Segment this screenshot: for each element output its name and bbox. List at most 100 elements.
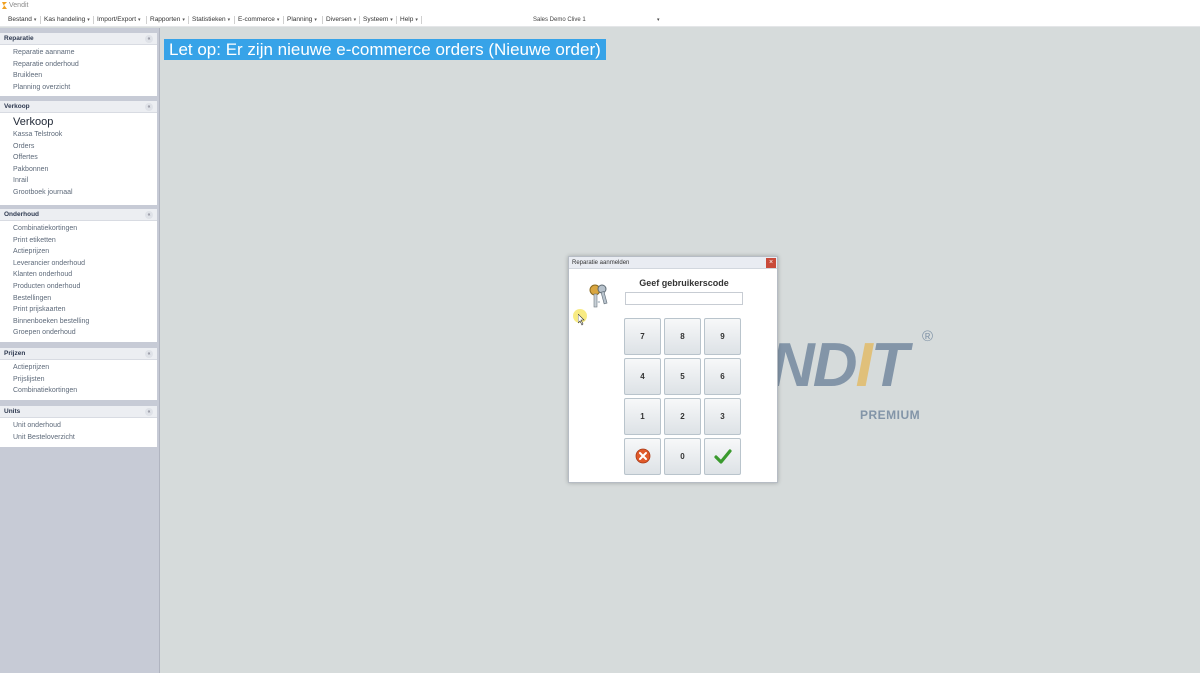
collapse-icon[interactable]: « [145, 408, 153, 416]
vendit-logo: NDIT ® PREMIUM [770, 328, 933, 422]
menu-label: E-commerce [238, 16, 275, 23]
section-title: Units [4, 408, 21, 415]
chevron-down-icon: ▾ [138, 17, 141, 23]
section-prijzen: Prijzen « Actieprijzen Prijslijsten Comb… [0, 348, 157, 400]
user-code-input[interactable] [625, 292, 743, 305]
sidebar-item-grootboek-journaal[interactable]: Grootboek journaal [0, 187, 157, 199]
sidebar-item-print-prijskaarten[interactable]: Print prijskaarten [0, 304, 157, 316]
cursor-icon [578, 314, 585, 326]
collapse-icon[interactable]: « [145, 103, 153, 111]
menu-e-commerce[interactable]: E-commerce ▾ [238, 13, 279, 27]
sidebar-item-bruikleen[interactable]: Bruikleen [0, 70, 157, 82]
section-header[interactable]: Units « [0, 406, 157, 418]
section-header[interactable]: Reparatie « [0, 33, 157, 45]
key-5[interactable]: 5 [664, 358, 701, 395]
sidebar-item-pakbonnen[interactable]: Pakbonnen [0, 164, 157, 176]
sidebar-item-print-etiketten[interactable]: Print etiketten [0, 235, 157, 247]
collapse-icon[interactable]: « [145, 35, 153, 43]
menu-separator [283, 16, 284, 24]
sidebar: Reparatie « Reparatie aanname Reparatie … [0, 28, 160, 673]
chevron-down-icon: ▾ [227, 17, 231, 23]
menu-label: Bestand [8, 16, 32, 23]
key-0[interactable]: 0 [664, 438, 701, 475]
sidebar-item-combinatiekortingen[interactable]: Combinatiekortingen [0, 385, 157, 397]
section-header[interactable]: Prijzen « [0, 348, 157, 360]
sidebar-item-binnenboeken-bestelling[interactable]: Binnenboeken bestelling [0, 316, 157, 328]
logo-text-end: T [870, 331, 909, 400]
cancel-icon [635, 448, 650, 464]
sidebar-item-actieprijzen[interactable]: Actieprijzen [0, 362, 157, 374]
sidebar-item-bestellingen[interactable]: Bestellingen [0, 293, 157, 305]
key-2[interactable]: 2 [664, 398, 701, 435]
menu-label: Planning [287, 16, 313, 23]
menu-separator [234, 16, 235, 24]
sidebar-item-unit-besteloverzicht[interactable]: Unit Besteloverzicht [0, 432, 157, 444]
sidebar-item-groepen-onderhoud[interactable]: Groepen onderhoud [0, 327, 157, 339]
section-units: Units « Unit onderhoud Unit Besteloverzi… [0, 406, 157, 447]
store-selector[interactable]: Sales Demo Clive 1 [533, 13, 586, 27]
menu-label: Kas handeling [44, 16, 86, 23]
keys-icon [589, 284, 608, 308]
mouse-cursor [573, 309, 587, 326]
menu-statistieken[interactable]: Statistieken ▾ [192, 13, 230, 27]
menu-diversen[interactable]: Diversen ▾ [326, 13, 356, 27]
key-7[interactable]: 7 [624, 318, 661, 355]
collapse-icon[interactable]: « [145, 211, 153, 219]
sidebar-item-unit-onderhoud[interactable]: Unit onderhoud [0, 420, 157, 432]
sidebar-item-actieprijzen[interactable]: Actieprijzen [0, 246, 157, 258]
sidebar-item-leverancier-onderhoud[interactable]: Leverancier onderhoud [0, 258, 157, 270]
sidebar-item-planning-overzicht[interactable]: Planning overzicht [0, 82, 157, 94]
logo-text-i: I [855, 331, 873, 400]
sidebar-item-klanten-onderhoud[interactable]: Klanten onderhoud [0, 269, 157, 281]
collapse-icon[interactable]: « [145, 350, 153, 358]
key-4[interactable]: 4 [624, 358, 661, 395]
key-9[interactable]: 9 [704, 318, 741, 355]
key-3[interactable]: 3 [704, 398, 741, 435]
key-8[interactable]: 8 [664, 318, 701, 355]
menu-bestand[interactable]: Bestand ▾ [8, 13, 36, 27]
checkmark-icon [713, 449, 732, 464]
menu-import-export[interactable]: Import/Export ▾ [97, 13, 141, 27]
sidebar-item-kassa-telstrook[interactable]: Kassa Telstrook [0, 129, 157, 141]
dialog-title: Reparatie aanmelden [572, 260, 630, 266]
menu-separator [359, 16, 360, 24]
section-header[interactable]: Verkoop « [0, 101, 157, 113]
chevron-down-icon: ▾ [353, 17, 357, 23]
menu-kas-handeling[interactable]: Kas handeling ▾ [44, 13, 90, 27]
close-icon[interactable]: × [766, 258, 776, 268]
sidebar-item-prijslijsten[interactable]: Prijslijsten [0, 374, 157, 386]
menu-separator [146, 16, 147, 24]
menu-label: Rapporten [150, 16, 181, 23]
chevron-down-icon: ▾ [390, 17, 393, 23]
sidebar-item-reparatie-aanname[interactable]: Reparatie aanname [0, 47, 157, 59]
menu-systeem[interactable]: Systeem ▾ [363, 13, 393, 27]
menu-label: Import/Export [97, 16, 137, 23]
section-reparatie: Reparatie « Reparatie aanname Reparatie … [0, 33, 157, 96]
dialog-title-bar: Reparatie aanmelden × [569, 257, 777, 269]
logo-premium: PREMIUM [860, 408, 921, 422]
menu-separator [188, 16, 189, 24]
cancel-button[interactable] [624, 438, 661, 475]
section-title: Reparatie [4, 35, 34, 42]
registered-mark: ® [922, 328, 934, 345]
sidebar-item-combinatiekortingen[interactable]: Combinatiekortingen [0, 223, 157, 235]
ok-button[interactable] [704, 438, 741, 475]
sidebar-item-reparatie-onderhoud[interactable]: Reparatie onderhoud [0, 59, 157, 71]
user-code-prompt: Geef gebruikerscode [639, 278, 729, 288]
key-1[interactable]: 1 [624, 398, 661, 435]
chevron-down-icon: ▾ [314, 17, 317, 23]
menu-planning[interactable]: Planning ▾ [287, 13, 317, 27]
sidebar-item-orders[interactable]: Orders [0, 141, 157, 153]
sidebar-item-inrail[interactable]: Inrail [0, 175, 157, 187]
sidebar-item-offertes[interactable]: Offertes [0, 152, 157, 164]
chevron-down-icon[interactable]: ▾ [657, 13, 660, 27]
menu-rapporten[interactable]: Rapporten ▾ [150, 13, 185, 27]
sidebar-item-verkoop[interactable]: Verkoop [0, 115, 157, 129]
menu-label: Help [400, 16, 414, 23]
menu-help[interactable]: Help ▾ [400, 13, 418, 27]
key-6[interactable]: 6 [704, 358, 741, 395]
ecommerce-notification-banner[interactable]: Let op: Er zijn nieuwe e-commerce orders… [164, 39, 606, 60]
section-header[interactable]: Onderhoud « [0, 209, 157, 221]
chevron-down-icon: ▾ [182, 17, 185, 23]
sidebar-item-producten-onderhoud[interactable]: Producten onderhoud [0, 281, 157, 293]
